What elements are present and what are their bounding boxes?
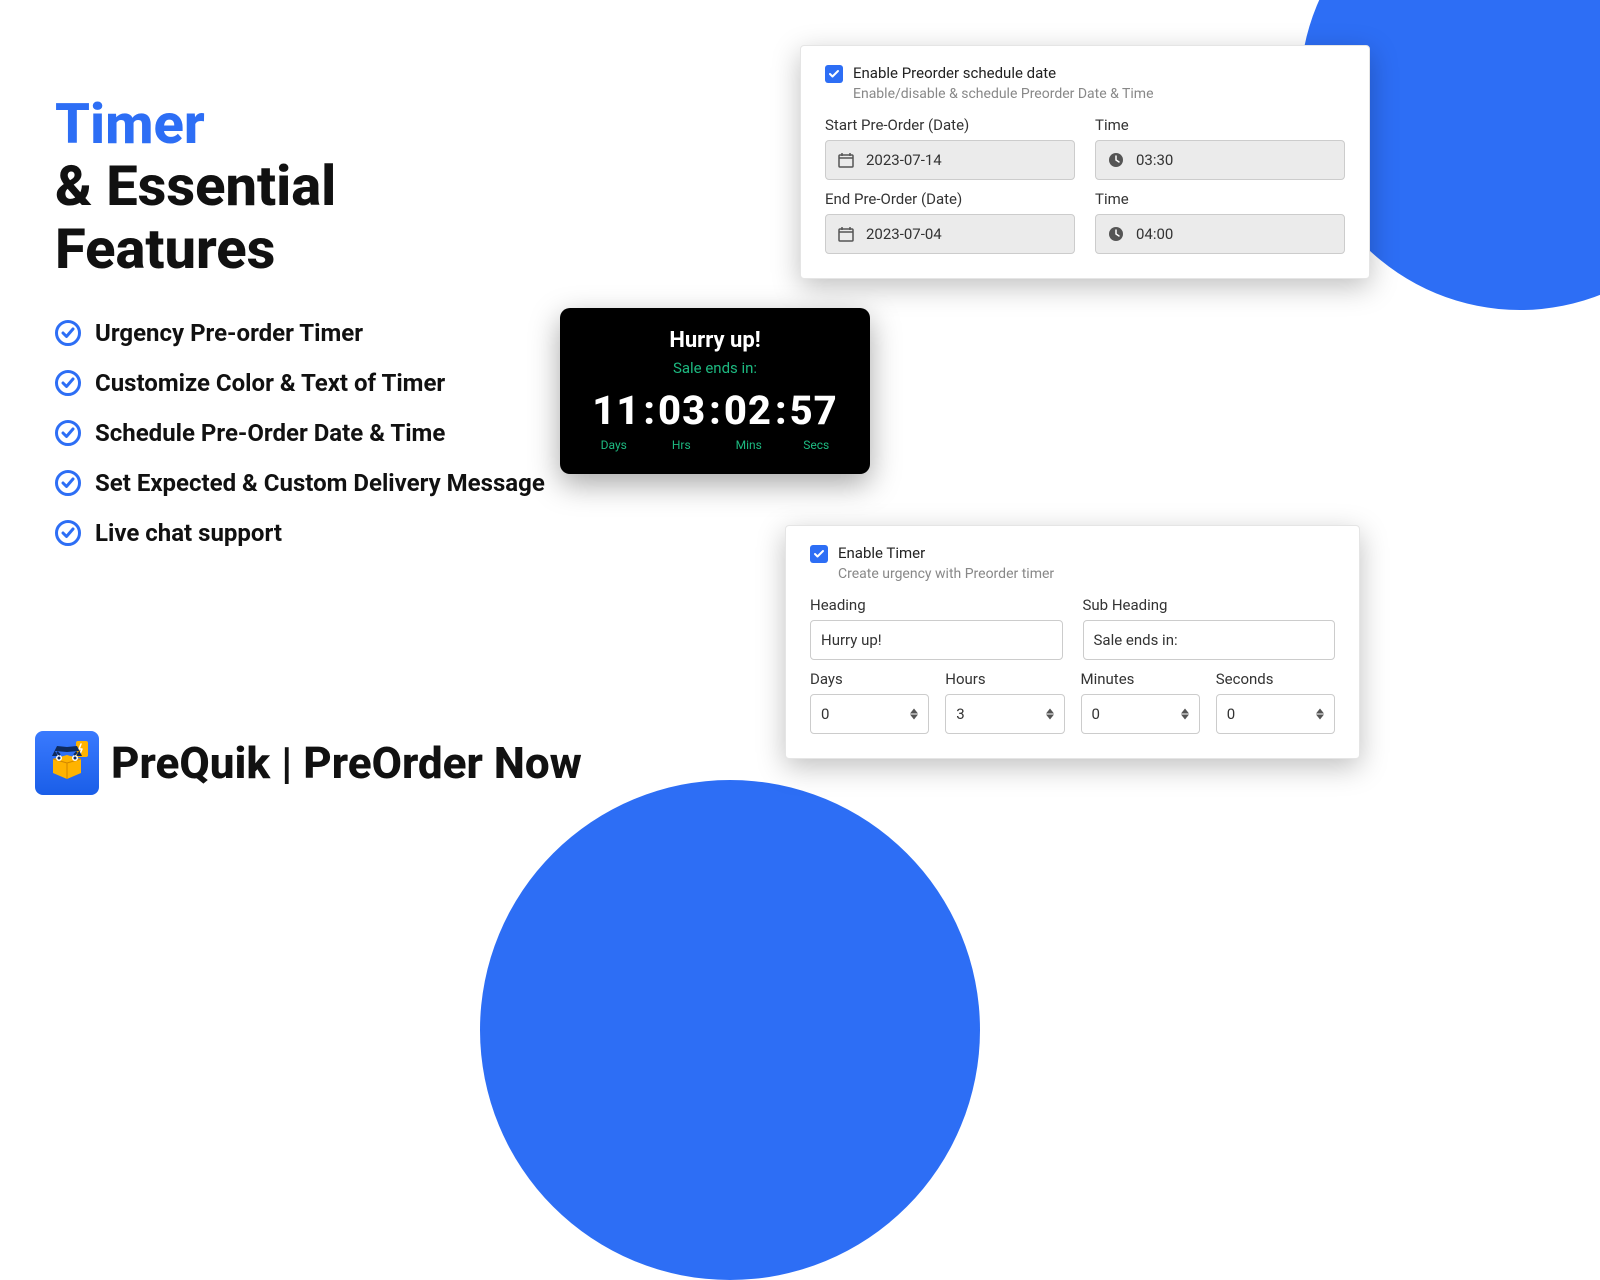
start-time-input[interactable]: 03:30 [1095,140,1345,180]
bg-circle-bottom [480,780,980,1280]
feature-text: Customize Color & Text of Timer [95,369,445,397]
seconds-stepper[interactable]: 0 [1216,694,1335,734]
calendar-icon [836,150,856,170]
feature-text: Live chat support [95,519,282,547]
stepper-arrows-icon [1316,709,1324,720]
feature-item: Urgency Pre-order Timer [55,319,545,347]
check-circle-icon [55,420,81,446]
days-label: Days [810,670,929,688]
subheading-input[interactable]: Sale ends in: [1083,620,1336,660]
start-time-label: Time [1095,116,1345,134]
feature-item: Customize Color & Text of Timer [55,369,545,397]
check-circle-icon [55,370,81,396]
timer-secs-value: 57 [790,387,838,434]
timer-labels: Days Hrs Mins Secs [580,438,850,452]
timer-sep: : [640,387,658,434]
end-time-input[interactable]: 04:00 [1095,214,1345,254]
brand: PreQuik | PreOrder Now [35,731,582,795]
checkbox-label-group: Enable Timer Create urgency with Preorde… [838,544,1054,582]
timer-heading: Hurry up! [580,328,850,353]
feature-list: Urgency Pre-order Timer Customize Color … [55,319,545,547]
enable-timer-label: Enable Timer [838,544,1054,562]
enable-timer-sub: Create urgency with Preorder timer [838,566,1054,582]
timer-mins-value: 02 [724,387,772,434]
enable-timer-row: Enable Timer Create urgency with Preorde… [810,544,1335,582]
start-date-input[interactable]: 2023-07-14 [825,140,1075,180]
feature-item: Set Expected & Custom Delivery Message [55,469,545,497]
days-stepper[interactable]: 0 [810,694,929,734]
heading-value: Hurry up! [821,631,882,649]
start-date-label: Start Pre-Order (Date) [825,116,1075,134]
check-circle-icon [55,320,81,346]
end-date-input[interactable]: 2023-07-04 [825,214,1075,254]
stepper-arrows-icon [910,709,918,720]
timer-sep: : [706,387,724,434]
feature-text: Urgency Pre-order Timer [95,319,363,347]
seconds-value: 0 [1227,705,1235,723]
stepper-arrows-icon [1181,709,1189,720]
start-time-value: 03:30 [1136,151,1173,169]
minutes-stepper[interactable]: 0 [1081,694,1200,734]
hero-title-line3: Features [55,219,545,281]
enable-schedule-sub: Enable/disable & schedule Preorder Date … [853,86,1154,102]
clock-icon [1106,224,1126,244]
timer-widget: Hurry up! Sale ends in: 11 : 03 : 02 : 5… [560,308,870,474]
hero-title-line1: Timer [55,95,545,154]
timer-digits: 11 : 03 : 02 : 57 [580,387,850,434]
enable-schedule-row: Enable Preorder schedule date Enable/dis… [825,64,1345,102]
end-date-value: 2023-07-04 [866,225,942,243]
enable-timer-checkbox[interactable] [810,545,828,563]
enable-schedule-label: Enable Preorder schedule date [853,64,1154,82]
brand-logo-icon [35,731,99,795]
timer-subheading: Sale ends in: [580,359,850,377]
hours-value: 3 [956,705,964,723]
minutes-value: 0 [1092,705,1100,723]
heading-label: Heading [810,596,1063,614]
start-date-value: 2023-07-14 [866,151,942,169]
minutes-label: Minutes [1081,670,1200,688]
timer-hrs-value: 03 [658,387,706,434]
timer-days-label: Days [586,438,642,452]
timer-secs-label: Secs [788,438,844,452]
hours-label: Hours [945,670,1064,688]
schedule-card: Enable Preorder schedule date Enable/dis… [800,45,1370,279]
hours-stepper[interactable]: 3 [945,694,1064,734]
feature-item: Live chat support [55,519,545,547]
timer-hrs-label: Hrs [653,438,709,452]
timer-sep: : [772,387,790,434]
clock-icon [1106,150,1126,170]
end-time-label: Time [1095,190,1345,208]
heading-input[interactable]: Hurry up! [810,620,1063,660]
subheading-label: Sub Heading [1083,596,1336,614]
stepper-arrows-icon [1046,709,1054,720]
hero-title-line2: & Essential [55,156,545,218]
timer-days-value: 11 [592,387,640,434]
days-value: 0 [821,705,829,723]
feature-text: Schedule Pre-Order Date & Time [95,419,445,447]
brand-name: PreQuik | PreOrder Now [111,737,582,789]
check-circle-icon [55,520,81,546]
check-circle-icon [55,470,81,496]
seconds-label: Seconds [1216,670,1335,688]
timer-settings-card: Enable Timer Create urgency with Preorde… [785,525,1360,759]
enable-schedule-checkbox[interactable] [825,65,843,83]
end-date-label: End Pre-Order (Date) [825,190,1075,208]
feature-text: Set Expected & Custom Delivery Message [95,469,545,497]
hero: Timer & Essential Features Urgency Pre-o… [55,95,545,569]
calendar-icon [836,224,856,244]
subheading-value: Sale ends in: [1094,631,1178,649]
timer-mins-label: Mins [721,438,777,452]
checkbox-label-group: Enable Preorder schedule date Enable/dis… [853,64,1154,102]
end-time-value: 04:00 [1136,225,1173,243]
feature-item: Schedule Pre-Order Date & Time [55,419,545,447]
